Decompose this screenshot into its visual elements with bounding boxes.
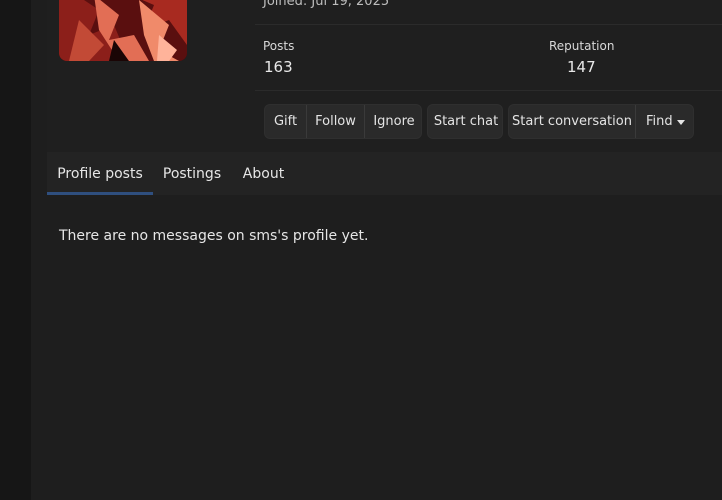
profile-page: Joined: Jul 19, 2025 Posts 163 Reputatio… — [0, 0, 722, 500]
start-conversation-button[interactable]: Start conversation — [509, 105, 635, 138]
reputation-count[interactable]: 147 — [567, 58, 596, 76]
tab-postings[interactable]: Postings — [153, 152, 231, 195]
left-rail — [0, 0, 31, 500]
tab-about[interactable]: About — [231, 152, 296, 195]
profile-tabs: Profile posts Postings About — [47, 152, 722, 195]
tab-profile-posts[interactable]: Profile posts — [47, 152, 153, 195]
member-actions-group: Gift Follow Ignore — [264, 104, 422, 139]
divider — [255, 24, 722, 25]
reputation-label: Reputation — [549, 39, 615, 53]
posts-label: Posts — [263, 39, 295, 53]
joined-date: Joined: Jul 19, 2025 — [263, 0, 390, 9]
avatar[interactable] — [59, 0, 187, 61]
find-label: Find — [646, 114, 673, 129]
ignore-button[interactable]: Ignore — [364, 105, 421, 138]
empty-state-message: There are no messages on sms's profile y… — [59, 228, 369, 244]
divider — [255, 90, 722, 91]
follow-button[interactable]: Follow — [306, 105, 364, 138]
start-chat-button[interactable]: Start chat — [428, 105, 502, 138]
conversation-group: Start conversation Find — [508, 104, 694, 139]
chat-group: Start chat — [427, 104, 503, 139]
caret-down-icon — [676, 119, 685, 125]
posts-count[interactable]: 163 — [264, 58, 293, 76]
gift-button[interactable]: Gift — [265, 105, 306, 138]
find-dropdown-button[interactable]: Find — [635, 105, 693, 138]
